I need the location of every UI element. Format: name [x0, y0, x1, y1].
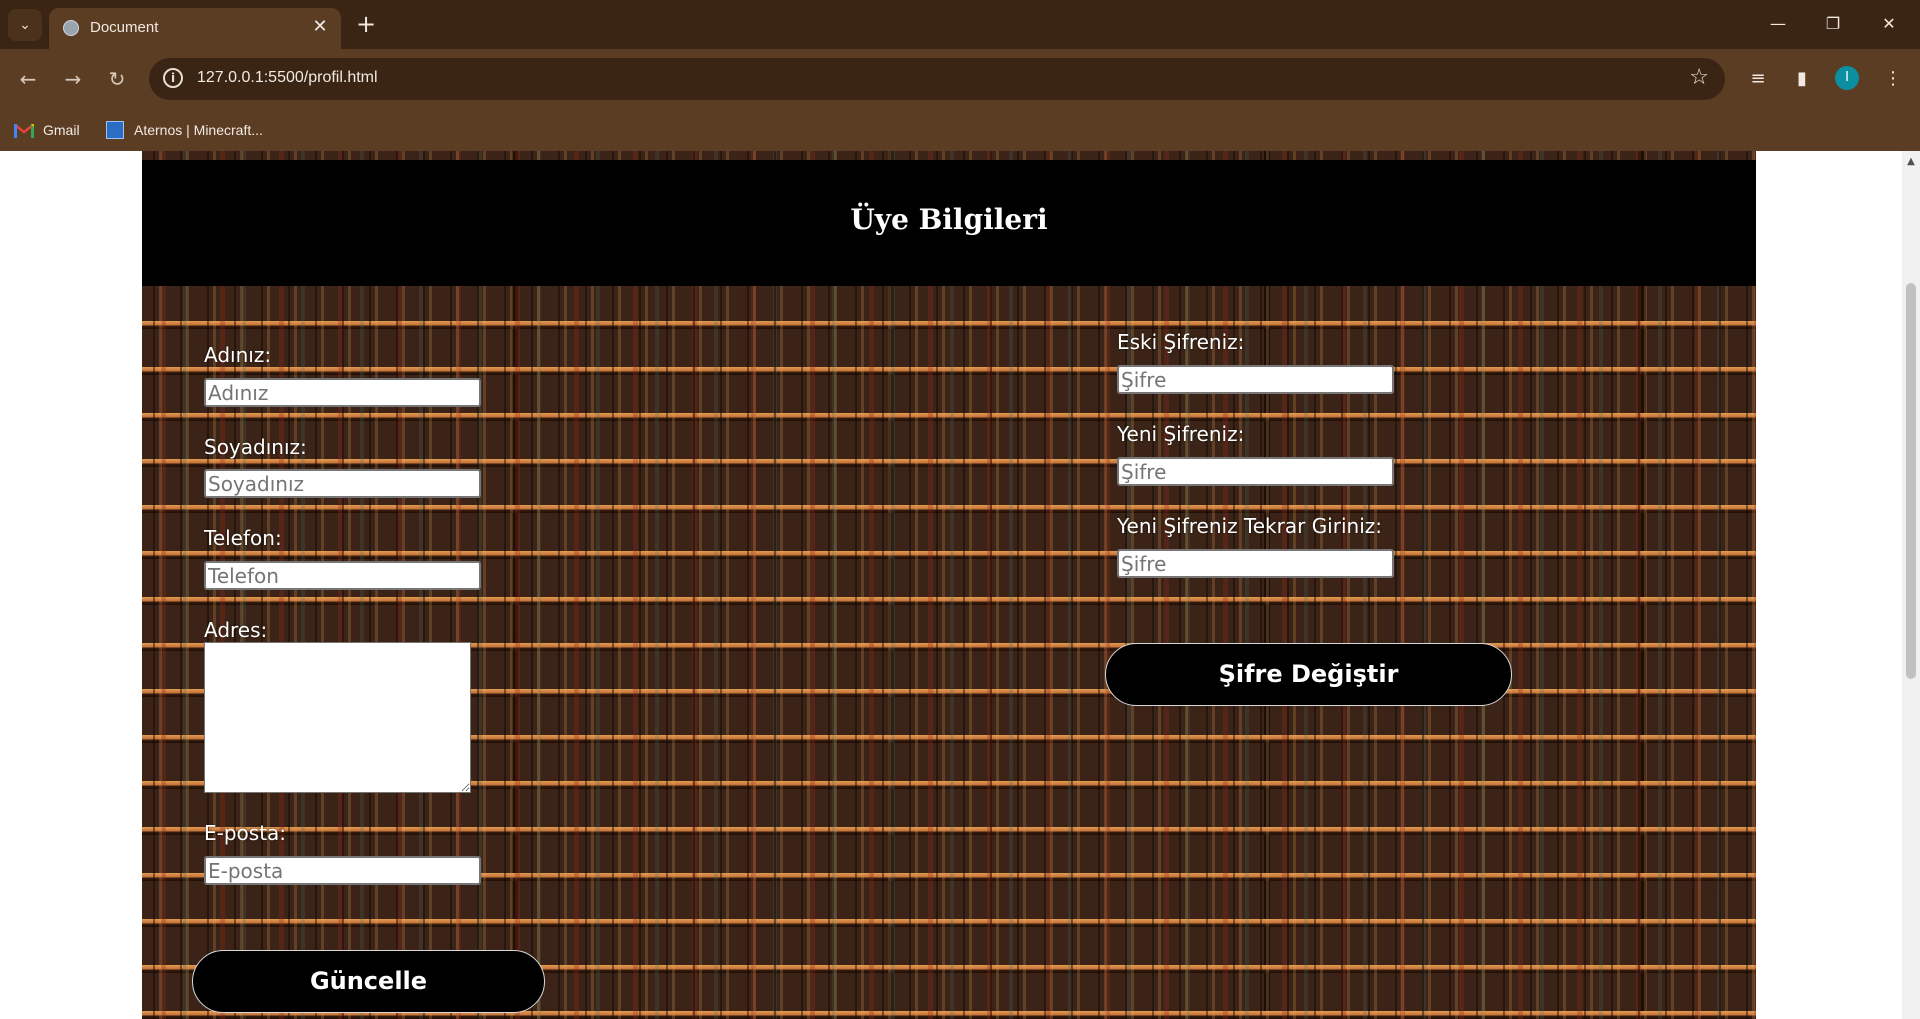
- bookmark-gmail[interactable]: Gmail: [14, 119, 80, 141]
- page-viewport: Üye Bilgileri Adınız: Soyadınız: Telefon…: [0, 151, 1902, 1019]
- old-password-label: Eski Şifreniz:: [1117, 330, 1245, 354]
- update-button[interactable]: Güncelle: [192, 950, 545, 1013]
- name-field[interactable]: [204, 378, 481, 407]
- email-field[interactable]: [204, 856, 481, 885]
- back-arrow-icon[interactable]: ←: [12, 63, 44, 95]
- address-textarea[interactable]: [204, 642, 471, 793]
- scroll-up-arrow-icon[interactable]: ▲: [1902, 155, 1920, 169]
- page-title: Üye Bilgileri: [850, 203, 1048, 236]
- name-label: Adınız:: [204, 343, 272, 367]
- surname-field[interactable]: [204, 469, 481, 498]
- avatar[interactable]: I: [1835, 66, 1859, 90]
- aternos-icon: [106, 121, 124, 139]
- globe-favicon-icon: [63, 20, 79, 36]
- phone-field[interactable]: [204, 561, 481, 590]
- minimize-icon[interactable]: —: [1755, 6, 1801, 42]
- tab-search-icon[interactable]: ⌄: [8, 9, 42, 41]
- more-menu-icon[interactable]: ⋮: [1879, 65, 1907, 93]
- repeat-password-field[interactable]: [1117, 549, 1394, 578]
- repeat-password-label: Yeni Şifreniz Tekrar Giriniz:: [1117, 514, 1382, 538]
- restore-icon[interactable]: ❐: [1810, 6, 1856, 42]
- address-label: Adres:: [204, 618, 268, 642]
- bookmark-label: Gmail: [43, 122, 80, 138]
- page-header: Üye Bilgileri: [142, 160, 1756, 286]
- tab-title: Document: [90, 19, 159, 36]
- new-password-label: Yeni Şifreniz:: [1117, 422, 1245, 446]
- change-password-button[interactable]: Şifre Değiştir: [1105, 643, 1512, 706]
- browser-titlebar: ⌄ Document ✕ + — ❐ ✕: [0, 0, 1920, 49]
- media-control-icon[interactable]: ≡: [1744, 65, 1772, 93]
- bookshelf-background: Üye Bilgileri Adınız: Soyadınız: Telefon…: [142, 151, 1756, 1019]
- bookmark-label: Aternos | Minecraft...: [134, 122, 263, 138]
- info-icon[interactable]: i: [163, 68, 183, 88]
- new-password-field[interactable]: [1117, 457, 1394, 486]
- reload-icon[interactable]: ↻: [101, 63, 133, 95]
- url-text[interactable]: 127.0.0.1:5500/profil.html: [197, 69, 378, 87]
- surname-label: Soyadınız:: [204, 435, 307, 459]
- forward-arrow-icon[interactable]: →: [57, 63, 89, 95]
- page-scrollbar[interactable]: ▲: [1902, 151, 1920, 1019]
- old-password-field[interactable]: [1117, 365, 1394, 394]
- scrollbar-thumb[interactable]: [1906, 283, 1916, 679]
- email-label: E-posta:: [204, 821, 287, 845]
- plus-icon[interactable]: +: [352, 10, 380, 38]
- browser-toolbar: ← → ↻ i 127.0.0.1:5500/profil.html ☆ ≡ ▮…: [0, 49, 1920, 159]
- browser-tab[interactable]: Document ✕: [49, 8, 341, 49]
- close-icon[interactable]: ✕: [309, 16, 331, 38]
- gmail-icon: [14, 123, 34, 138]
- phone-label: Telefon:: [204, 526, 282, 550]
- window-close-icon[interactable]: ✕: [1866, 6, 1912, 42]
- star-icon[interactable]: ☆: [1689, 65, 1709, 90]
- side-panel-icon[interactable]: ▮: [1788, 65, 1816, 93]
- bookmark-aternos[interactable]: Aternos | Minecraft...: [106, 119, 263, 141]
- address-bar[interactable]: i 127.0.0.1:5500/profil.html ☆: [149, 58, 1725, 100]
